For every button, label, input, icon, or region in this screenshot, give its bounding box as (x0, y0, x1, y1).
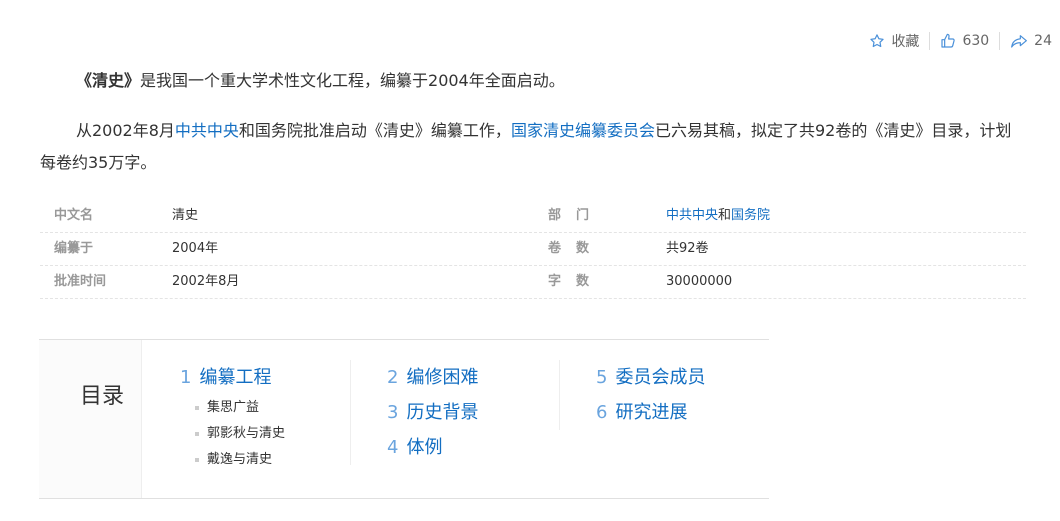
toc-number: 1 (180, 367, 192, 388)
toc-label: 编纂工程 (199, 367, 272, 388)
action-divider (999, 32, 1001, 50)
share-count: 24 (1034, 33, 1052, 49)
favorite-label: 收藏 (891, 34, 920, 50)
toc-number: 6 (596, 402, 608, 423)
toc-item-compilation-project[interactable]: 1 编纂工程 (180, 360, 350, 395)
summary-paragraph-2: 从2002年8月中共中央和国务院批准启动《清史》编纂工作，国家清史编纂委员会已六… (40, 115, 1025, 179)
info-value: 共92卷 (666, 241, 709, 256)
favorite-button[interactable]: 收藏 (869, 31, 919, 51)
info-row: 编纂于 2004年 卷 数 共92卷 (40, 233, 1026, 266)
info-value-text: 和 (718, 208, 732, 223)
toc-item-research-progress[interactable]: 6 研究进展 (596, 395, 766, 430)
toc-subitem-dai-yi[interactable]: 戴逸与清史 (180, 447, 350, 473)
info-key: 部 门 (548, 208, 591, 223)
paragraph-text: 从2002年8月 (76, 121, 175, 140)
info-row: 中文名 清史 部 门 中共中央和国务院 (40, 200, 1026, 233)
like-button[interactable]: 630 (940, 33, 989, 49)
catalog-column: 1 编纂工程 集思广益 郭影秋与清史 戴逸与清史 (180, 360, 351, 467)
toc-sublabel: 郭影秋与清史 (207, 426, 286, 441)
paragraph-text: 是我国一个重大学术性文化工程，编纂于2004年全面启动。 (140, 71, 565, 90)
toc-subitem-guo-yingqiu[interactable]: 郭影秋与清史 (180, 421, 350, 447)
info-row: 批准时间 2002年8月 字 数 30000000 (40, 266, 1026, 299)
toc-item-committee-members[interactable]: 5 委员会成员 (596, 360, 766, 395)
bullet-icon (195, 406, 199, 410)
toc-sublabel: 戴逸与清史 (207, 452, 273, 467)
share-button[interactable]: 24 (1010, 33, 1052, 49)
summary-paragraph-1: 《清史》是我国一个重大学术性文化工程，编纂于2004年全面启动。 (40, 65, 1025, 97)
info-value: 中共中央和国务院 (666, 200, 770, 231)
link-state-council[interactable]: 国务院 (731, 208, 770, 223)
toc-item-compilation-difficulties[interactable]: 2 编修困难 (387, 360, 559, 395)
bullet-icon (195, 432, 199, 436)
info-key: 中文名 (54, 208, 94, 223)
thumbs-up-icon (941, 33, 956, 48)
catalog-header: 目录 (39, 340, 142, 498)
toc-subitem-brainstorming[interactable]: 集思广益 (180, 395, 350, 421)
info-key: 批准时间 (54, 274, 107, 289)
info-key: 字 数 (548, 274, 591, 289)
basic-info-table: 中文名 清史 部 门 中共中央和国务院 编纂于 2004年 卷 数 共92卷 批… (40, 200, 1026, 299)
info-value: 2002年8月 (172, 274, 240, 289)
article-title-bold: 《清史》 (76, 71, 141, 90)
catalog-column: 5 委员会成员 6 研究进展 (596, 360, 766, 465)
paragraph-text: 和国务院批准启动《清史》编纂工作， (238, 121, 511, 140)
toc-label: 体例 (406, 437, 443, 458)
toc-number: 2 (387, 367, 399, 388)
article-actions: 收藏 630 24 (869, 30, 1052, 52)
catalog-title: 目录 (80, 384, 125, 409)
toc-label: 历史背景 (406, 402, 479, 423)
share-icon (1011, 35, 1028, 48)
table-of-contents: 目录 1 编纂工程 集思广益 郭影秋与清史 戴逸与清史 2 编修困难 3 历史背景 4… (39, 339, 769, 499)
star-icon (870, 34, 885, 48)
link-cpc-central-committee[interactable]: 中共中央 (175, 121, 239, 140)
info-value: 2004年 (172, 241, 219, 256)
toc-number: 4 (387, 437, 399, 458)
toc-number: 3 (387, 402, 399, 423)
toc-item-historical-background[interactable]: 3 历史背景 (387, 395, 559, 430)
info-value: 30000000 (666, 274, 733, 289)
info-key: 卷 数 (548, 241, 591, 256)
action-divider (929, 32, 931, 50)
like-count: 630 (962, 33, 990, 49)
toc-number: 5 (596, 367, 608, 388)
toc-label: 编修困难 (406, 367, 479, 388)
toc-item-style[interactable]: 4 体例 (387, 430, 559, 465)
toc-label: 委员会成员 (615, 367, 706, 388)
toc-label: 研究进展 (615, 402, 688, 423)
catalog-column: 2 编修困难 3 历史背景 4 体例 (387, 360, 560, 458)
info-key: 编纂于 (54, 241, 94, 256)
link-cpc-central-committee[interactable]: 中共中央 (666, 208, 718, 223)
bullet-icon (195, 458, 199, 462)
toc-sublabel: 集思广益 (207, 400, 260, 415)
link-qing-history-committee[interactable]: 国家清史编纂委员会 (511, 121, 655, 140)
info-value: 清史 (172, 208, 199, 223)
